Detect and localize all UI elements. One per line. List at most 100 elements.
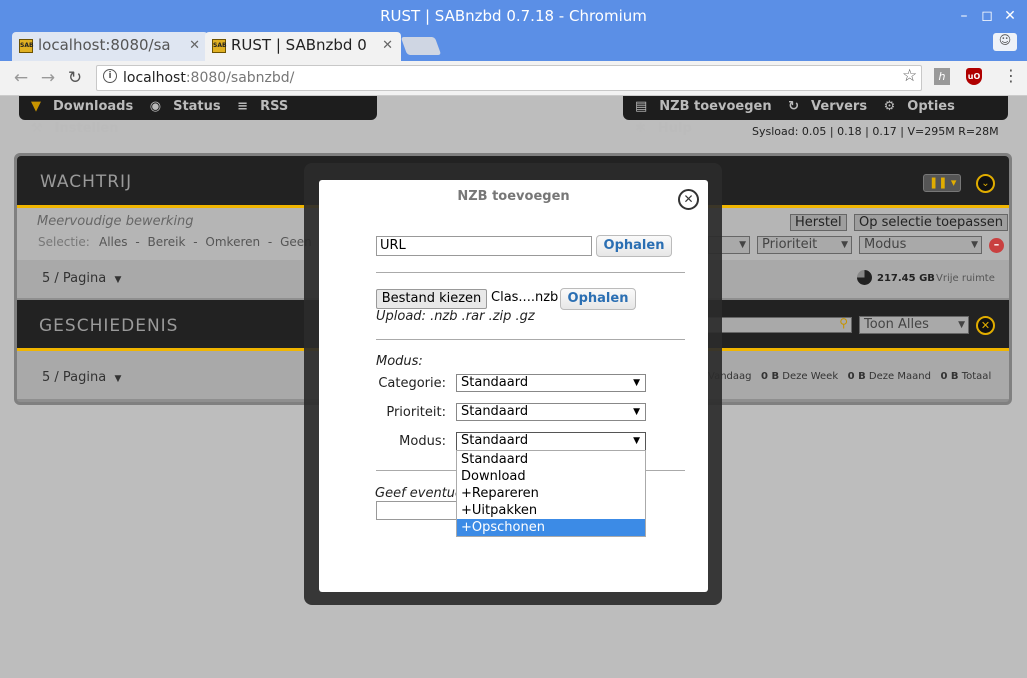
- select-invert-link[interactable]: Omkeren: [205, 235, 260, 249]
- url-input[interactable]: URL: [376, 236, 592, 256]
- mode-option-download[interactable]: Download: [457, 468, 645, 485]
- multi-edit-label: Meervoudige bewerking: [37, 214, 194, 229]
- search-icon: ⚲: [839, 316, 848, 330]
- minimize-icon[interactable]: –: [952, 0, 976, 32]
- stat-total-value: 0 B: [940, 371, 959, 382]
- queue-per-page[interactable]: 5 / Pagina ▼: [42, 271, 121, 286]
- stat-week-value: 0 B: [761, 371, 780, 382]
- maximize-icon[interactable]: ◻: [975, 0, 999, 32]
- chevron-down-icon: ▼: [633, 407, 640, 417]
- mode-option-repareren[interactable]: +Repareren: [457, 485, 645, 502]
- extension-h-icon[interactable]: h: [934, 68, 950, 85]
- priority-select-value: Standaard: [461, 404, 529, 419]
- help-icon: ✱: [635, 121, 646, 136]
- reload-icon[interactable]: ↻: [64, 67, 86, 89]
- sabnzbd-favicon-icon: SAB: [212, 39, 227, 53]
- sabnzbd-favicon-icon: SAB: [19, 39, 34, 53]
- window-title: RUST | SABnzbd 0.7.18 - Chromium: [0, 0, 1027, 32]
- main-nav: ▼ Downloads ◉ Status ≡ RSS ⚒ Instellen: [19, 96, 377, 136]
- pause-icon[interactable]: ❚❚ ▾: [923, 174, 961, 192]
- stat-total-label: Totaal: [961, 371, 992, 382]
- nav-downloads[interactable]: Downloads: [53, 99, 133, 114]
- choose-file-button[interactable]: Bestand kiezen: [376, 289, 487, 309]
- history-stats: Vandaag 0 B Deze Week 0 B Deze Maand 0 B…: [708, 371, 991, 382]
- profile-icon[interactable]: ☺: [993, 33, 1017, 51]
- tab-close-icon[interactable]: ✕: [382, 32, 393, 59]
- selection-links: Alles - Bereik - Omkeren - Geen: [99, 235, 312, 249]
- close-window-icon[interactable]: ✕: [998, 0, 1022, 32]
- address-path: :8080/sabnzbd/: [185, 70, 295, 86]
- address-text: localhost:8080/sabnzbd/: [123, 68, 294, 88]
- free-space-label: Vrije ruimte: [936, 273, 995, 284]
- upload-hint: Upload: .nzb .rar .zip .gz: [376, 309, 535, 324]
- rss-icon: ≡: [237, 99, 249, 114]
- stat-week-label: Deze Week: [782, 371, 839, 382]
- tab-localhost[interactable]: SAB localhost:8080/sa ✕: [12, 32, 208, 61]
- mode-heading: Modus:: [376, 354, 423, 369]
- history-filter-label: Toon Alles: [864, 317, 929, 332]
- tab-label: RUST | SABnzbd 0: [231, 36, 367, 54]
- nav-rss[interactable]: RSS: [260, 99, 288, 114]
- nav-ververs[interactable]: Ververs: [811, 99, 867, 114]
- reset-button[interactable]: Herstel: [790, 214, 847, 231]
- queue-mode-select[interactable]: Modus ▼: [859, 236, 982, 254]
- category-select[interactable]: Standaard ▼: [456, 374, 646, 392]
- collapse-icon[interactable]: ⌄: [976, 174, 995, 193]
- select-all-link[interactable]: Alles: [99, 235, 128, 249]
- mode-select[interactable]: Standaard ▼: [456, 432, 646, 451]
- selection-label: Selectie:: [38, 235, 90, 249]
- sysload-text: Sysload: 0.05 | 0.18 | 0.17 | V=295M R=2…: [752, 125, 999, 138]
- tab-label: localhost:8080/sa: [38, 36, 171, 54]
- mode-option-uitpakken[interactable]: +Uitpakken: [457, 502, 645, 519]
- info-icon[interactable]: i: [103, 69, 117, 83]
- refresh-icon: ↻: [788, 99, 800, 114]
- ublock-icon[interactable]: uO: [966, 68, 982, 85]
- fetch-file-button[interactable]: Ophalen: [560, 288, 636, 310]
- chevron-down-icon: ▼: [633, 436, 640, 446]
- mode-select-label: Modus: [864, 237, 907, 252]
- address-host: localhost: [123, 70, 186, 86]
- back-icon[interactable]: ←: [10, 67, 32, 89]
- delete-icon[interactable]: –: [989, 238, 1004, 253]
- nav-hulp[interactable]: Hulp: [658, 121, 692, 136]
- category-label: Categorie:: [378, 376, 446, 391]
- nav-nzb-toevoegen[interactable]: NZB toevoegen: [659, 99, 771, 114]
- category-select-value: Standaard: [461, 375, 529, 390]
- free-space-value: 217.45 GB: [877, 273, 935, 284]
- queue-per-page-label: 5 / Pagina: [42, 271, 107, 286]
- dialog-close-icon[interactable]: ✕: [678, 189, 699, 210]
- mode-option-opschonen[interactable]: +Opschonen: [457, 519, 645, 536]
- bookmark-star-icon[interactable]: ☆: [902, 66, 917, 86]
- fetch-url-button[interactable]: Ophalen: [596, 235, 672, 257]
- queue-priority-select[interactable]: Prioriteit ▼: [757, 236, 852, 254]
- history-filter-select[interactable]: Toon Alles ▼: [859, 316, 969, 334]
- mode-label: Modus:: [399, 434, 446, 449]
- mode-dropdown-list: Standaard Download +Repareren +Uitpakken…: [456, 450, 646, 537]
- priority-select[interactable]: Standaard ▼: [456, 403, 646, 421]
- priority-select-label: Prioriteit: [762, 237, 818, 252]
- nav-instellen[interactable]: Instellen: [55, 121, 119, 136]
- clear-history-icon[interactable]: ✕: [976, 316, 995, 335]
- forward-icon[interactable]: →: [37, 67, 59, 89]
- apply-selection-button[interactable]: Op selectie toepassen: [854, 214, 1009, 231]
- mode-select-value: Standaard: [461, 433, 529, 448]
- dialog-separator: [376, 272, 685, 273]
- name-input[interactable]: [376, 501, 458, 520]
- nzb-icon: ▤: [635, 99, 648, 114]
- history-search-input[interactable]: ⚲: [706, 316, 852, 333]
- selected-file-name: Clas....nzb: [491, 290, 559, 305]
- disk-pie-icon: [857, 270, 872, 285]
- menu-kebab-icon[interactable]: ⋮: [1003, 67, 1019, 85]
- tab-close-icon[interactable]: ✕: [189, 32, 200, 59]
- wrench-icon: ⚒: [31, 121, 43, 136]
- new-tab-button[interactable]: [400, 37, 442, 55]
- tab-sabnzbd[interactable]: SAB RUST | SABnzbd 0 ✕: [205, 32, 401, 61]
- history-per-page-label: 5 / Pagina: [42, 370, 107, 385]
- mode-option-standaard[interactable]: Standaard: [457, 451, 645, 468]
- history-per-page[interactable]: 5 / Pagina ▼: [42, 370, 121, 385]
- nav-status[interactable]: Status: [173, 99, 221, 114]
- dialog-separator: [376, 339, 685, 340]
- secondary-nav: ▤ NZB toevoegen ↻ Ververs ⚙ Opties ✱ Hulp: [623, 96, 1008, 136]
- select-range-link[interactable]: Bereik: [147, 235, 185, 249]
- nav-opties[interactable]: Opties: [907, 99, 955, 114]
